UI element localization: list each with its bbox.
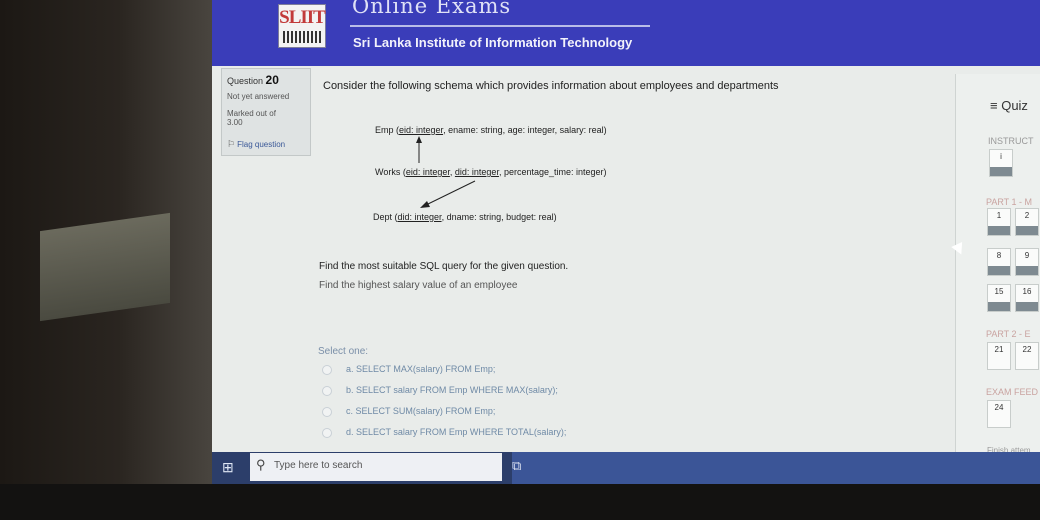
answer-status: Not yet answered — [227, 92, 290, 101]
part1-section-label: PART 1 - M — [986, 197, 1033, 207]
select-one-label: Select one: — [318, 346, 369, 357]
radio-button[interactable] — [322, 385, 332, 396]
flag-icon: ⚐ — [227, 139, 236, 149]
arrowhead-dept — [420, 201, 430, 208]
flag-question-link[interactable]: ⚐ Flag question — [227, 139, 285, 150]
nav-button-q24[interactable]: 24 — [987, 400, 1011, 428]
schema-dept: Dept (did: integer, dname: string, budge… — [373, 212, 557, 222]
question-text: Consider the following schema which prov… — [323, 80, 779, 92]
nav-button-q22[interactable]: 22 — [1015, 342, 1039, 370]
arrowhead-emp — [416, 136, 422, 143]
question-subprompt: Find the highest salary value of an empl… — [319, 280, 518, 291]
answer-option-d[interactable]: d. SELECT salary FROM Emp WHERE TOTAL(sa… — [322, 427, 622, 441]
nav-button-q8[interactable]: 8 — [987, 248, 1011, 276]
marks-value: 3.00 — [227, 118, 243, 127]
search-icon: ⚲ — [256, 457, 266, 472]
nav-button-q2[interactable]: 2 — [1015, 208, 1039, 236]
quiz-navigation-panel: ≡ Quiz INSTRUCT i PART 1 - M 1 2 8 9 15 … — [955, 74, 1040, 456]
search-placeholder: Type here to search — [274, 460, 363, 471]
question-prompt: Find the most suitable SQL query for the… — [319, 261, 569, 272]
monitor-bezel — [0, 484, 1040, 520]
site-title: Online Exams — [352, 0, 512, 18]
schema-works: Works (eid: integer, did: integer, perce… — [375, 167, 607, 177]
arrow-works-to-dept — [427, 180, 476, 205]
logo-grid — [283, 31, 321, 43]
feedback-section-label: EXAM FEED — [986, 387, 1039, 397]
windows-taskbar: ⊞ ⚲ Type here to search ⧉ — [212, 452, 1040, 484]
site-banner: SLIIT Online Exams Sri Lanka Institute o… — [212, 0, 1040, 66]
question-number-label: Question 20 — [227, 73, 279, 87]
radio-button[interactable] — [322, 364, 332, 375]
marked-out-of-label: Marked out of — [227, 109, 276, 118]
answer-option-c[interactable]: c. SELECT SUM(salary) FROM Emp; — [322, 406, 622, 420]
nav-button-q9[interactable]: 9 — [1015, 248, 1039, 276]
taskbar-background — [512, 452, 1040, 484]
windows-start-icon[interactable]: ⊞ — [222, 458, 240, 476]
sliit-logo: SLIIT — [278, 4, 326, 48]
task-view-icon[interactable]: ⧉ — [512, 458, 521, 474]
radio-button[interactable] — [322, 406, 332, 417]
banner-divider — [350, 25, 650, 27]
nav-button-q21[interactable]: 21 — [987, 342, 1011, 370]
nav-button-q15[interactable]: 15 — [987, 284, 1011, 312]
monitor-screen: SLIIT Online Exams Sri Lanka Institute o… — [212, 0, 1040, 484]
nav-button-instructions[interactable]: i — [989, 149, 1013, 177]
quiz-navigation-title: ≡ Quiz — [990, 98, 1028, 113]
answer-option-b[interactable]: b. SELECT salary FROM Emp WHERE MAX(sala… — [322, 385, 622, 399]
institute-name: Sri Lanka Institute of Information Techn… — [353, 35, 633, 50]
radio-button[interactable] — [322, 427, 332, 438]
part2-section-label: PART 2 - E — [986, 329, 1031, 339]
nav-button-q16[interactable]: 16 — [1015, 284, 1039, 312]
logo-text: SLIIT — [279, 7, 326, 28]
background-shelf — [40, 212, 170, 322]
question-number: 20 — [265, 73, 279, 87]
schema-emp: Emp (eid: integer, ename: string, age: i… — [375, 125, 607, 135]
answer-option-a[interactable]: a. SELECT MAX(salary) FROM Emp; — [322, 364, 622, 378]
instructions-section-label: INSTRUCT — [988, 136, 1034, 146]
nav-button-q1[interactable]: 1 — [987, 208, 1011, 236]
question-info-box: Question 20 Not yet answered Marked out … — [221, 68, 311, 156]
taskbar-search-box[interactable]: ⚲ Type here to search — [250, 453, 502, 481]
